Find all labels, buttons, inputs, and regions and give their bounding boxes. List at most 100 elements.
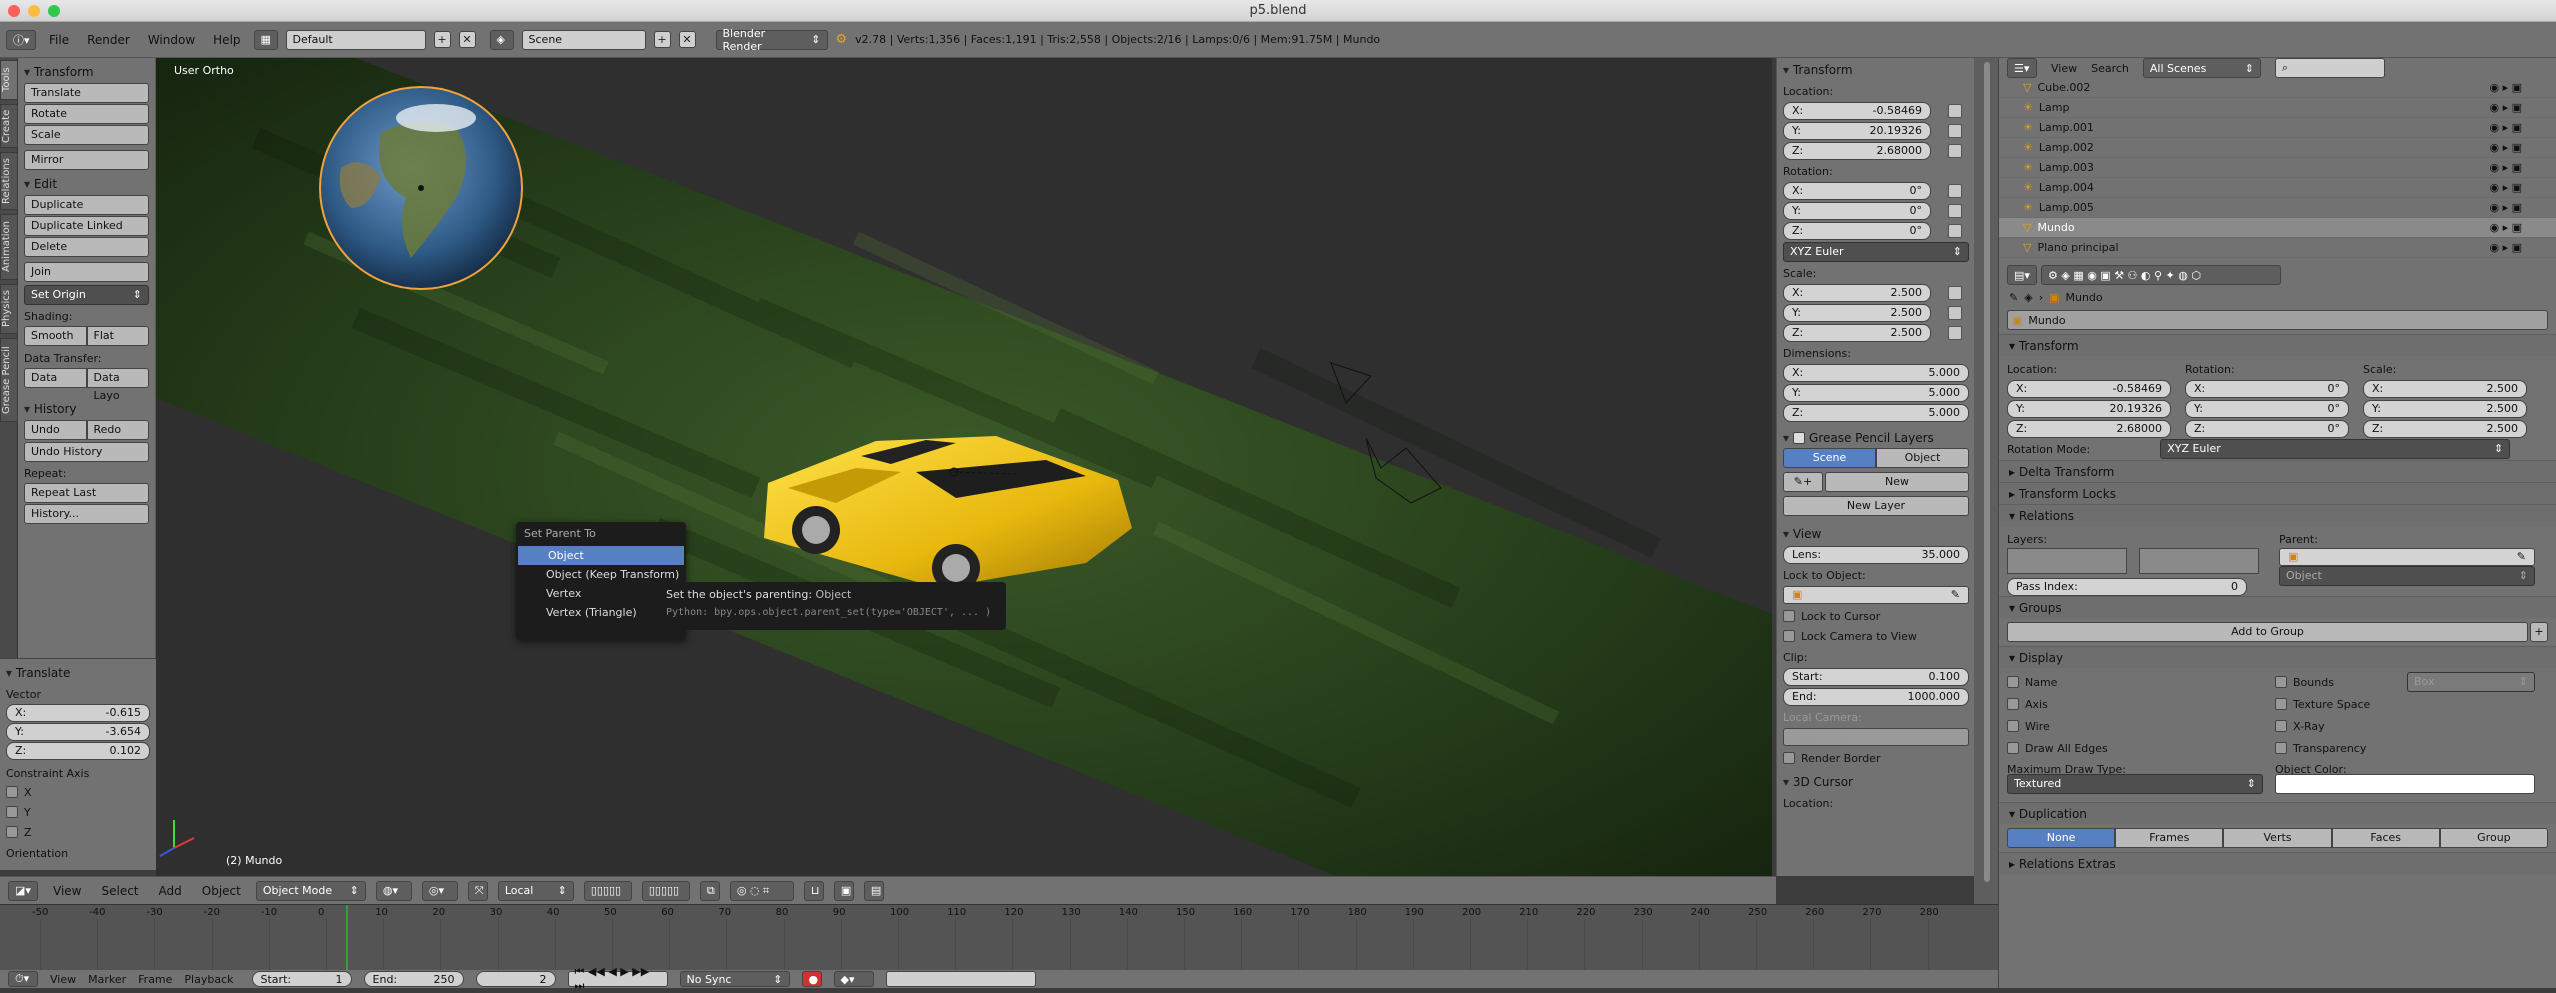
tab-grease-pencil[interactable]: Grease Pencil [0, 338, 18, 422]
n-location-y[interactable]: Y: 20.19326 [1783, 122, 1931, 140]
props-transform-header[interactable]: ▾ Transform [1999, 334, 2556, 356]
outliner-item[interactable]: ▽ Plano principal ◉ ▸ ▣ [1999, 238, 2556, 258]
vector-x-field[interactable]: X: -0.615 [6, 704, 150, 722]
n-dimension-x[interactable]: X: 5.000 [1783, 364, 1969, 382]
props-rotation-z[interactable]: Z: 0° [2185, 420, 2349, 438]
render-engine-select[interactable]: Blender Render ⇕ [715, 27, 828, 53]
parent-eyedropper-icon[interactable]: ✎ [2517, 549, 2526, 565]
outliner-search-menu[interactable]: Search [2091, 62, 2129, 75]
outliner-item[interactable]: ▽ Mundo ◉ ▸ ▣ [1999, 218, 2556, 238]
rotation-mode-select[interactable]: XYZ Euler ⇕ [2160, 439, 2511, 459]
undo-history-button[interactable]: Undo History [24, 442, 149, 462]
local-camera-field[interactable]: Camera3a ✕ [1783, 728, 1969, 746]
bounds-type-select[interactable]: Box ⇕ [2407, 672, 2535, 692]
lock-icon[interactable] [1948, 124, 1962, 138]
menu-render[interactable]: Render [82, 31, 135, 49]
gp-scene-button[interactable]: Scene [1783, 448, 1876, 468]
screen-layout-field[interactable]: Default [285, 29, 426, 50]
visibility-eye-icon[interactable]: ◉ ▸ ▣ [2489, 201, 2522, 214]
pin-icon[interactable]: ✎ [2009, 291, 2018, 304]
sync-mode-select[interactable]: No Sync ⇕ [679, 971, 790, 987]
outliner-item[interactable]: ☀ Lamp.002 ◉ ▸ ▣ [1999, 138, 2556, 158]
relations-header[interactable]: ▾ Relations [1999, 504, 2556, 526]
undo-button[interactable]: Undo [24, 420, 87, 440]
menu-view[interactable]: View [48, 882, 86, 900]
timeline-editor-button[interactable]: ⏱▾ [8, 971, 38, 987]
display-draw-all-edges-checkbox[interactable]: Draw All Edges [2007, 738, 2108, 758]
pivot-select[interactable]: ◎▾ [421, 880, 458, 901]
lock-camera-checkbox[interactable]: Lock Camera to View [1783, 626, 1968, 646]
menu-item-object[interactable]: Object [518, 546, 684, 565]
display-header[interactable]: ▾ Display [1999, 646, 2556, 668]
n-rotation-y[interactable]: Y: 0° [1783, 202, 1931, 220]
translate-button[interactable]: Translate [24, 83, 149, 103]
transform-orientation-select[interactable]: Local ⇕ [497, 880, 574, 901]
duplicate-linked-button[interactable]: Duplicate Linked [24, 216, 149, 236]
tab-physics[interactable]: Physics [0, 284, 18, 334]
data-layout-button[interactable]: Data Layo [86, 368, 149, 402]
pass-index-field[interactable]: Pass Index: 0 [2007, 578, 2247, 596]
n-location-x[interactable]: X: -0.58469 [1783, 102, 1931, 120]
props-location-x[interactable]: X: -0.58469 [2007, 380, 2171, 398]
duplication-header[interactable]: ▾ Duplication [1999, 802, 2556, 824]
constraint-z-checkbox[interactable]: Z [6, 822, 150, 842]
add-layout-button[interactable]: + [433, 31, 451, 48]
n-location-z[interactable]: Z: 2.68000 [1783, 142, 1931, 160]
lock-to-object-field[interactable]: ▣ ✎ [1783, 586, 1969, 604]
scale-button[interactable]: Scale [24, 125, 149, 145]
visibility-eye-icon[interactable]: ◉ ▸ ▣ [2489, 181, 2522, 194]
dup-group-button[interactable]: Group [2439, 828, 2549, 848]
lock-icon[interactable] [1948, 104, 1962, 118]
props-location-z[interactable]: Z: 2.68000 [2007, 420, 2171, 438]
lock-icon[interactable] [1948, 306, 1962, 320]
layout-icon[interactable]: ▦ [253, 29, 278, 50]
render-animation-icon[interactable]: ▤ [863, 880, 884, 901]
lock-icon[interactable] [1948, 184, 1962, 198]
n-rotation-x[interactable]: X: 0° [1783, 182, 1931, 200]
props-scale-z[interactable]: Z: 2.500 [2363, 420, 2527, 438]
object-color-swatch[interactable] [2275, 774, 2535, 794]
minimize-window-icon[interactable] [28, 5, 40, 17]
lock-icon[interactable] [1948, 286, 1962, 300]
mode-select[interactable]: Object Mode ⇕ [255, 880, 366, 901]
mirror-button[interactable]: Mirror [24, 150, 149, 170]
timeline-menu-view[interactable]: View [50, 973, 76, 986]
keying-set-icon[interactable]: ◆▾ [833, 971, 874, 987]
delta-transform-header[interactable]: ▸ Delta Transform [1999, 460, 2556, 482]
relations-extras-header[interactable]: ▸ Relations Extras [1999, 852, 2556, 874]
constraint-y-checkbox[interactable]: Y [6, 802, 150, 822]
scene-icon[interactable]: ◈ [489, 29, 514, 50]
display-axis-checkbox[interactable]: Axis [2007, 694, 2048, 714]
visibility-eye-icon[interactable]: ◉ ▸ ▣ [2489, 121, 2522, 134]
n-view-header[interactable]: View [1783, 524, 1968, 544]
n-transform-header[interactable]: Transform [1783, 60, 1968, 80]
lock-icon[interactable] [1948, 204, 1962, 218]
eyedropper-icon[interactable]: ✎ [1951, 587, 1960, 603]
duplicate-button[interactable]: Duplicate [24, 195, 149, 215]
tab-relations[interactable]: Relations [0, 152, 18, 210]
start-frame-field[interactable]: Start: 1 [251, 971, 352, 987]
zoom-window-icon[interactable] [48, 5, 60, 17]
visibility-eye-icon[interactable]: ◉ ▸ ▣ [2489, 141, 2522, 154]
n-scale-y[interactable]: Y: 2.500 [1783, 304, 1931, 322]
lock-to-cursor-checkbox[interactable]: Lock to Cursor [1783, 606, 1968, 626]
outliner-item[interactable]: ☀ Lamp.003 ◉ ▸ ▣ [1999, 158, 2556, 178]
outliner-display-select[interactable]: All Scenes ⇕ [2142, 58, 2261, 78]
dup-verts-button[interactable]: Verts [2223, 828, 2332, 848]
display-xray-checkbox[interactable]: X-Ray [2275, 716, 2325, 736]
n-rotation-z[interactable]: Z: 0° [1783, 222, 1931, 240]
parent-field[interactable]: ▣ ✎ [2279, 548, 2535, 566]
layers-grid-a[interactable] [2007, 548, 2127, 574]
add-scene-button[interactable]: + [653, 31, 671, 48]
groups-header[interactable]: ▾ Groups [1999, 596, 2556, 618]
remove-layout-button[interactable]: ✕ [458, 31, 476, 48]
outliner-item[interactable]: ☀ Lamp.001 ◉ ▸ ▣ [1999, 118, 2556, 138]
current-frame-marker[interactable] [346, 905, 348, 971]
keying-set-field[interactable] [885, 971, 1036, 987]
outliner-item[interactable]: ☀ Lamp.004 ◉ ▸ ▣ [1999, 178, 2556, 198]
context-tabs[interactable]: ⚙ ◈ ▦ ◉ ▣ ⚒ ⚇ ◐ ⚲ ✦ ◍ ⬡ [2041, 265, 2281, 285]
gp-object-button[interactable]: Object [1876, 448, 1969, 468]
outliner-editor-button[interactable]: ☰▾ [2007, 58, 2037, 78]
dup-frames-button[interactable]: Frames [2115, 828, 2224, 848]
smooth-button[interactable]: Smooth [24, 326, 87, 346]
